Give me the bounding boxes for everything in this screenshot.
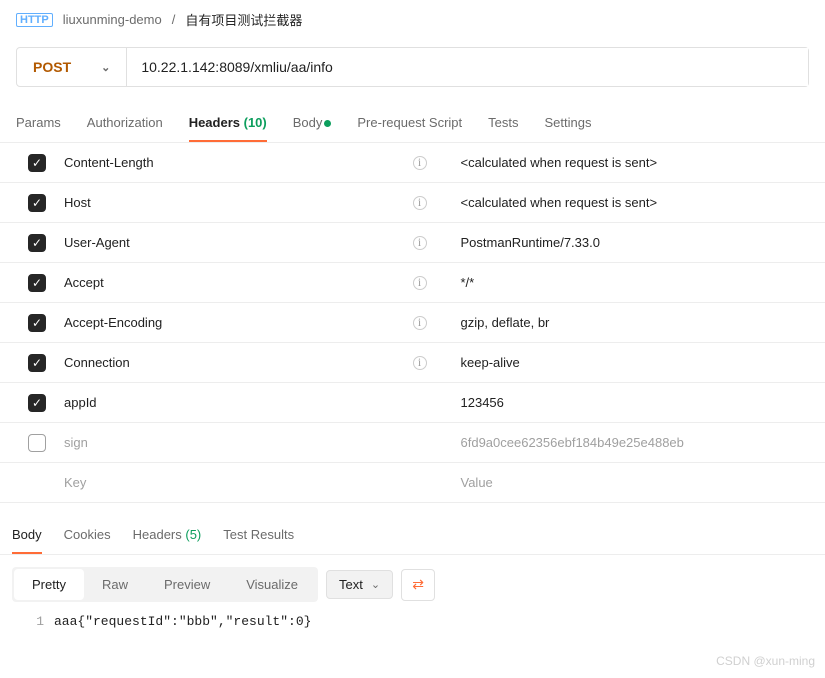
response-tabs: Body Cookies Headers (5) Test Results [0,503,825,555]
header-checkbox[interactable]: ✓ [28,354,46,372]
response-tab-body[interactable]: Body [12,527,42,554]
header-row[interactable]: sign 6fd9a0cee62356ebf184b49e25e488eb [0,423,825,463]
header-checkbox[interactable] [28,434,46,452]
wrap-lines-button[interactable]: ⇄ [401,569,435,601]
view-visualize[interactable]: Visualize [228,569,316,600]
header-row[interactable]: ✓ Connectioni keep-alive [0,343,825,383]
chevron-down-icon: ⌄ [101,61,110,74]
header-key[interactable]: Accept-Encoding [56,315,413,330]
request-tabs: Params Authorization Headers (10) Body P… [0,97,825,143]
header-row[interactable]: ✓ User-Agenti PostmanRuntime/7.33.0 [0,223,825,263]
header-value[interactable]: 6fd9a0cee62356ebf184b49e25e488eb [453,435,810,450]
info-icon[interactable]: i [413,196,427,210]
info-icon[interactable]: i [413,156,427,170]
headers-table: ✓Content-Lengthi<calculated when request… [0,143,825,463]
header-checkbox[interactable]: ✓ [28,394,46,412]
info-icon[interactable]: i [413,316,427,330]
header-checkbox[interactable]: ✓ [28,274,46,292]
info-icon[interactable]: i [413,236,427,250]
header-value[interactable]: PostmanRuntime/7.33.0 [453,235,810,250]
method-label: POST [33,59,71,75]
header-value[interactable]: keep-alive [453,355,810,370]
header-new-row[interactable]: Key Value [0,463,825,503]
header-key[interactable]: Connection [56,355,413,370]
view-raw[interactable]: Raw [84,569,146,600]
header-key[interactable]: Content-Length [56,155,413,170]
tab-authorization[interactable]: Authorization [87,115,163,142]
view-pretty[interactable]: Pretty [14,569,84,600]
header-value[interactable]: <calculated when request is sent> [453,155,810,170]
dot-indicator-icon [324,120,331,127]
tab-body[interactable]: Body [293,115,332,142]
response-toolbar: Pretty Raw Preview Visualize Text ⌄ ⇄ [0,555,825,614]
header-row[interactable]: ✓ Accept-Encodingi gzip, deflate, br [0,303,825,343]
header-value[interactable]: <calculated when request is sent> [453,195,810,210]
header-row[interactable]: ✓ Hosti <calculated when request is sent> [0,183,825,223]
header-checkbox[interactable]: ✓ [28,154,46,172]
response-body[interactable]: 1 aaa{"requestId":"bbb","result":0} [0,614,825,641]
breadcrumb-request-name: 自有项目测试拦截器 [185,10,302,29]
header-row[interactable]: ✓ Content-Lengthi <calculated when request… [0,143,825,183]
response-tab-tests[interactable]: Test Results [223,527,294,554]
line-number: 1 [12,614,54,629]
header-key[interactable]: User-Agent [56,235,413,250]
url-bar: POST ⌄ [16,47,809,87]
url-input[interactable] [127,48,808,86]
view-segment: Pretty Raw Preview Visualize [12,567,318,602]
header-row[interactable]: ✓ appId 123456 [0,383,825,423]
header-value[interactable]: gzip, deflate, br [453,315,810,330]
breadcrumb-separator: / [172,12,176,27]
chevron-down-icon: ⌄ [371,578,380,591]
header-value-placeholder[interactable]: Value [453,475,810,490]
wrap-icon: ⇄ [412,576,424,593]
http-method-icon: HTTP [16,13,53,27]
header-checkbox[interactable]: ✓ [28,234,46,252]
method-dropdown[interactable]: POST ⌄ [17,48,127,86]
tab-headers[interactable]: Headers (10) [189,115,267,142]
tab-tests[interactable]: Tests [488,115,518,142]
tab-params[interactable]: Params [16,115,61,142]
header-key[interactable]: sign [56,435,413,450]
response-line: aaa{"requestId":"bbb","result":0} [54,614,311,629]
info-icon[interactable]: i [413,356,427,370]
breadcrumb: HTTP liuxunming-demo / 自有项目测试拦截器 [0,0,825,37]
header-checkbox[interactable]: ✓ [28,314,46,332]
breadcrumb-collection[interactable]: liuxunming-demo [63,12,162,27]
header-checkbox[interactable]: ✓ [28,194,46,212]
header-key[interactable]: Accept [56,275,413,290]
header-key[interactable]: Host [56,195,413,210]
header-value[interactable]: 123456 [453,395,810,410]
watermark: CSDN @xun-ming [716,654,815,668]
response-tab-cookies[interactable]: Cookies [64,527,111,554]
header-row[interactable]: ✓ Accepti */* [0,263,825,303]
view-preview[interactable]: Preview [146,569,228,600]
response-tab-headers[interactable]: Headers (5) [133,527,202,554]
header-value[interactable]: */* [453,275,810,290]
format-dropdown[interactable]: Text ⌄ [326,570,393,599]
header-key-placeholder[interactable]: Key [56,475,413,490]
tab-prereq[interactable]: Pre-request Script [357,115,462,142]
tab-settings[interactable]: Settings [545,115,592,142]
info-icon[interactable]: i [413,276,427,290]
header-key[interactable]: appId [56,395,413,410]
